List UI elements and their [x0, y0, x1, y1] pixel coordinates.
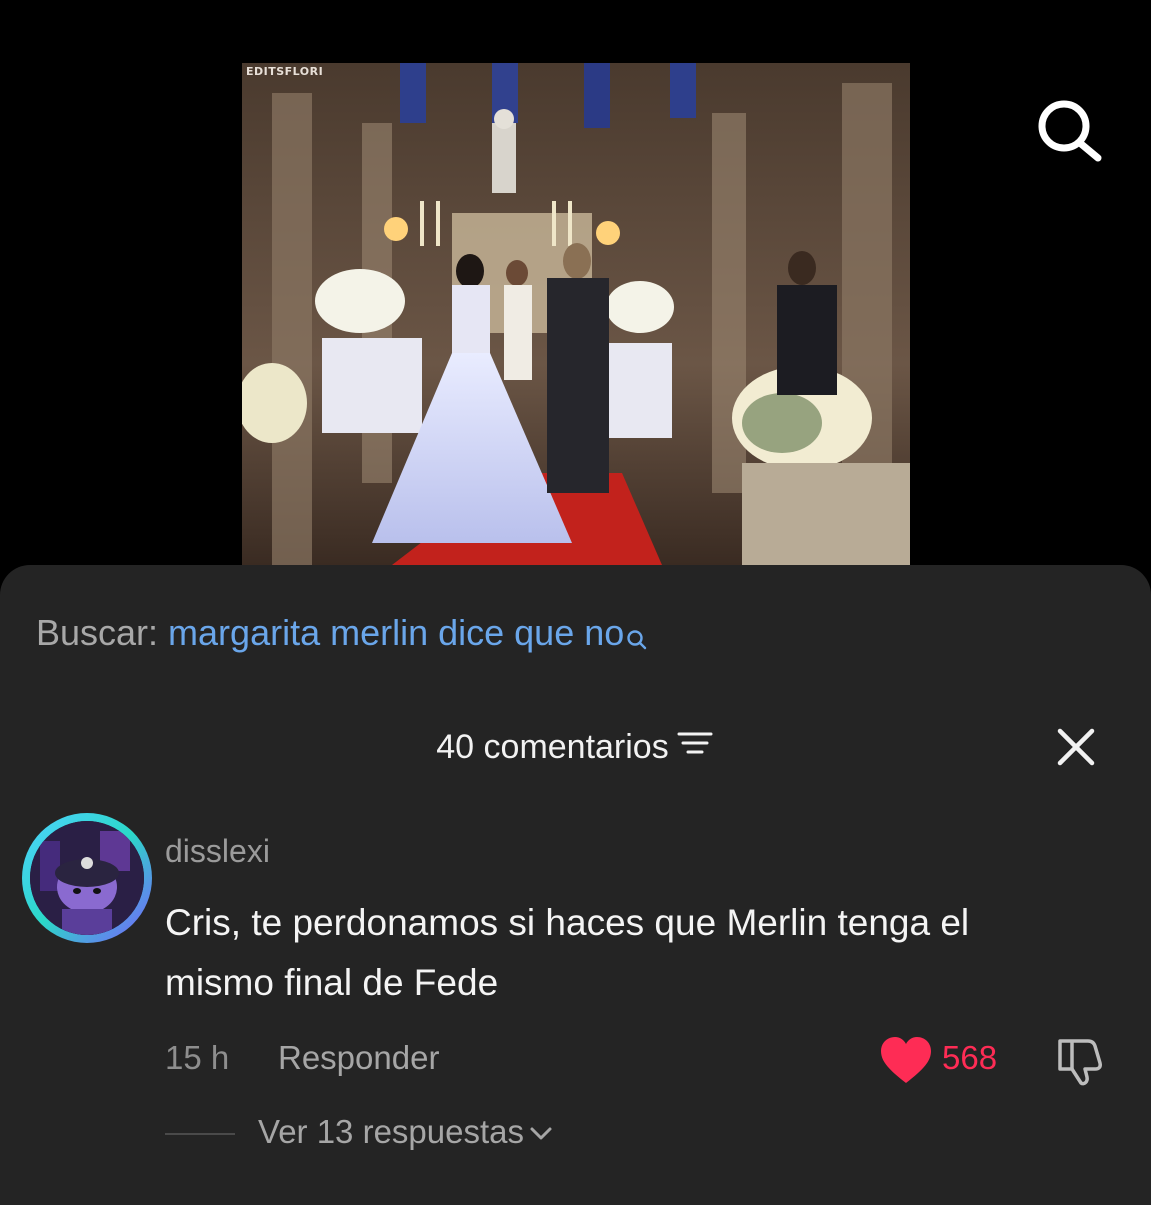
comments-header: 40 comentarios — [0, 725, 1151, 769]
thumbs-down-icon — [1058, 1039, 1102, 1086]
search-suggestion[interactable]: Buscar: margarita merlin dice que no — [36, 611, 648, 661]
reply-button[interactable]: Responder — [278, 1039, 439, 1077]
view-replies-button[interactable]: Ver 13 respuestas — [258, 1113, 554, 1151]
close-button[interactable] — [1054, 725, 1098, 769]
video-player[interactable]: EDITSFLORI — [242, 63, 910, 565]
comments-sheet: Buscar: margarita merlin dice que no 40 … — [0, 565, 1151, 1205]
watermark: EDITSFLORI — [246, 65, 324, 78]
comment-timestamp: 15 h — [165, 1039, 230, 1076]
like-count: 568 — [942, 1039, 998, 1076]
close-icon — [1057, 728, 1095, 766]
view-replies-label: Ver 13 respuestas — [258, 1113, 524, 1150]
heart-icon — [881, 1037, 931, 1083]
search-icon — [626, 617, 648, 661]
avatar[interactable] — [22, 813, 152, 943]
video-frame-image — [242, 63, 910, 565]
search-suggestion-query[interactable]: margarita merlin dice que no — [168, 612, 624, 653]
chevron-down-icon — [528, 1113, 554, 1151]
sort-icon[interactable] — [675, 725, 715, 769]
comment-text: Cris, te perdonamos si haces que Merlin … — [165, 902, 970, 1003]
like-button[interactable] — [878, 1033, 934, 1089]
search-button[interactable] — [1032, 96, 1108, 166]
avatar-image — [30, 821, 144, 935]
search-suggestion-label: Buscar: — [36, 612, 169, 653]
replies-divider — [165, 1133, 235, 1135]
comments-count: 40 comentarios — [436, 728, 669, 766]
comment-username[interactable]: disslexi — [165, 833, 270, 870]
video-area[interactable]: EDITSFLORI — [0, 0, 1151, 600]
dislike-button[interactable] — [1052, 1033, 1108, 1089]
search-icon — [1038, 100, 1102, 162]
